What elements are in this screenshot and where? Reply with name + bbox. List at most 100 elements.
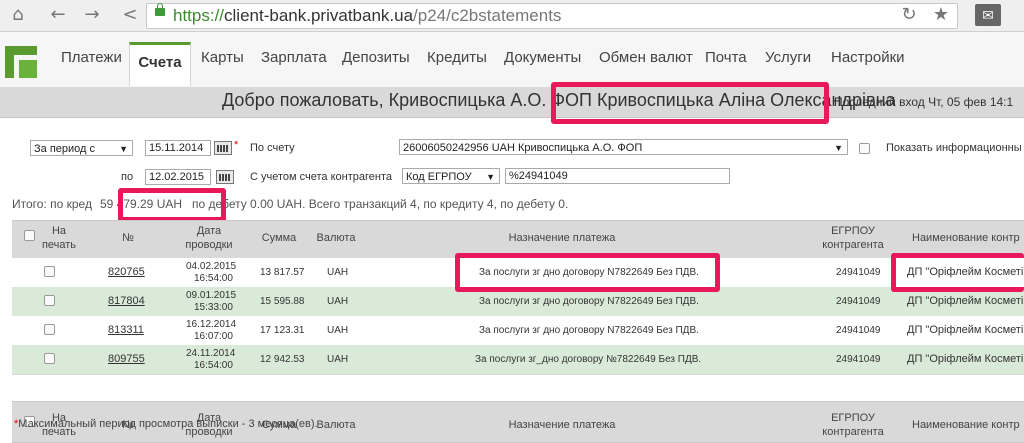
url-host: client-bank.privatbank.ua bbox=[224, 6, 414, 25]
date-from-input[interactable]: 15.11.2014 bbox=[145, 140, 211, 156]
tab-deposits[interactable]: Депозиты bbox=[342, 49, 410, 66]
dropdown-arrow-icon: ▼ bbox=[834, 143, 843, 153]
row-checkbox[interactable] bbox=[44, 353, 55, 364]
url-text[interactable]: https://client-bank.privatbank.ua/p24/c2… bbox=[173, 6, 561, 26]
to-label: по bbox=[121, 171, 134, 183]
row-counterparty-name: ДП "Оріфлейм Косметікс bbox=[907, 324, 1024, 336]
last-login: Последний вход Чт, 05 фев 14:1 bbox=[834, 95, 1014, 109]
document-number-link[interactable]: 813311 bbox=[108, 325, 144, 336]
row-currency: UAH bbox=[327, 296, 349, 307]
tab-cards[interactable]: Карты bbox=[201, 49, 244, 66]
tab-payments[interactable]: Платежи bbox=[61, 49, 122, 66]
welcome-bar: Добро пожаловать, Кривоспицька А.О. ФОП … bbox=[0, 87, 1024, 118]
address-bar[interactable]: https://client-bank.privatbank.ua/p24/c2… bbox=[146, 3, 958, 29]
reload-icon[interactable]: ↻ bbox=[897, 4, 921, 26]
header-date: Дата проводки bbox=[185, 225, 233, 251]
header-currency: Валюта bbox=[316, 419, 356, 431]
date-to-input[interactable]: 12.02.2015 bbox=[145, 169, 211, 185]
footer-note: *Максимальный период просмотра выписки -… bbox=[14, 418, 318, 430]
dropdown-arrow-icon: ▼ bbox=[486, 172, 495, 182]
row-date: 09.01.2015 bbox=[186, 290, 237, 301]
lock-icon bbox=[155, 3, 165, 16]
tab-documents[interactable]: Документы bbox=[504, 49, 581, 66]
row-checkbox[interactable] bbox=[44, 295, 55, 306]
dropdown-arrow-icon: ▼ bbox=[119, 144, 128, 154]
row-counterparty-name: ДП "Оріфлейм Косметікс bbox=[907, 295, 1024, 307]
row-currency: UAH bbox=[327, 354, 349, 365]
back-icon[interactable]: ← bbox=[46, 4, 70, 26]
main-nav: Платежи Счета Карты Зарплата Депозиты Кр… bbox=[0, 32, 1024, 88]
row-egrpou: 24941049 bbox=[836, 325, 881, 336]
show-info-label: Показать информационны bbox=[886, 142, 1022, 154]
row-currency: UAH bbox=[327, 325, 349, 336]
row-checkbox[interactable] bbox=[44, 266, 55, 277]
row-purpose: За послуги зг дно договору N7822649 Без … bbox=[479, 325, 699, 336]
period-select[interactable]: За период с ▼ bbox=[30, 140, 133, 156]
summary-prefix: Итого: по кред bbox=[12, 197, 92, 211]
tab-credits[interactable]: Кредиты bbox=[427, 49, 487, 66]
header-egrpou: ЕГРПОУ контрагента bbox=[822, 225, 884, 251]
browser-toolbar: ⌂ ← → < https://client-bank.privatbank.u… bbox=[0, 0, 1024, 32]
highlight-counterparty-name bbox=[891, 253, 1024, 292]
forward-icon[interactable]: → bbox=[80, 4, 104, 26]
row-sum: 12 942.53 bbox=[260, 354, 305, 365]
row-egrpou: 24941049 bbox=[836, 296, 881, 307]
mail-icon[interactable]: ✉ bbox=[975, 4, 1001, 26]
row-counterparty-name: ДП "Оріфлейм Косметікс bbox=[907, 353, 1024, 365]
header-purpose: Назначение платежа bbox=[508, 419, 616, 431]
row-time: 16:54:00 bbox=[194, 273, 233, 284]
table-row[interactable]: 809755 24.11.2014 16:54:00 12 942.53 UAH… bbox=[12, 345, 1024, 375]
header-number: № bbox=[122, 232, 134, 244]
highlight-payment-purpose bbox=[455, 253, 720, 292]
home-icon[interactable]: ⌂ bbox=[6, 4, 30, 26]
tab-salary[interactable]: Зарплата bbox=[261, 49, 327, 66]
tab-mail[interactable]: Почта bbox=[705, 49, 747, 66]
star-icon[interactable]: ★ bbox=[929, 4, 953, 26]
row-currency: UAH bbox=[327, 267, 349, 278]
header-egrpou: ЕГРПОУ контрагента bbox=[822, 412, 884, 438]
tab-accounts[interactable]: Счета bbox=[129, 42, 191, 86]
table-row[interactable]: 813311 16.12.2014 16:07:00 17 123.31 UAH… bbox=[12, 316, 1024, 346]
header-counterparty-name: Наименование контр bbox=[912, 232, 1020, 244]
row-time: 15:33:00 bbox=[194, 302, 233, 313]
tab-services[interactable]: Услуги bbox=[765, 49, 811, 66]
show-info-checkbox[interactable] bbox=[859, 143, 870, 154]
tab-currency-exchange[interactable]: Обмен валют bbox=[599, 49, 693, 66]
counterparty-input[interactable]: %24941049 bbox=[505, 168, 730, 184]
required-marker: * bbox=[234, 139, 239, 151]
highlight-user-name bbox=[551, 82, 829, 124]
row-sum: 13 817.57 bbox=[260, 267, 305, 278]
counterparty-type-select[interactable]: Код ЕГРПОУ ▼ bbox=[402, 168, 500, 184]
row-date: 16.12.2014 bbox=[186, 319, 237, 330]
calendar-icon[interactable] bbox=[216, 170, 234, 184]
account-select[interactable]: 26006050242956 UAH Кривоспицька А.О. ФОП… bbox=[399, 139, 848, 155]
header-sum: Сумма bbox=[261, 232, 297, 244]
row-checkbox[interactable] bbox=[44, 324, 55, 335]
welcome-greeting: Добро пожаловать, Кривоспицька А.О. ФОП bbox=[222, 90, 592, 110]
summary-suffix: по дебету 0.00 UAH. Всего транзакций 4, … bbox=[192, 197, 569, 211]
url-scheme: https:// bbox=[173, 6, 225, 25]
privatbank-logo[interactable] bbox=[5, 46, 37, 78]
account-label: По счету bbox=[250, 142, 295, 154]
period-select-value: За период с bbox=[34, 143, 96, 155]
calendar-icon[interactable] bbox=[214, 141, 232, 155]
header-counterparty-name: Наименование контр bbox=[912, 419, 1020, 431]
counterparty-label: С учетом счета контрагента bbox=[250, 171, 392, 183]
row-sum: 17 123.31 bbox=[260, 325, 305, 336]
summary-line: Итого: по кред 59 479.29 UAH по дебету 0.0… bbox=[12, 197, 568, 211]
document-number-link[interactable]: 809755 bbox=[108, 354, 145, 365]
row-date: 24.11.2014 bbox=[186, 348, 236, 359]
document-number-link[interactable]: 817804 bbox=[108, 296, 145, 307]
select-all-checkbox[interactable] bbox=[24, 230, 35, 241]
share-icon[interactable]: < bbox=[118, 4, 142, 26]
tab-settings[interactable]: Настройки bbox=[831, 49, 905, 66]
row-purpose: За послуги зг_дно договору №7822649 Без … bbox=[475, 354, 702, 365]
row-time: 16:07:00 bbox=[194, 331, 233, 342]
document-number-link[interactable]: 820765 bbox=[108, 267, 145, 278]
row-time: 16:54:00 bbox=[194, 360, 233, 371]
header-print: На печать bbox=[41, 225, 77, 251]
tab-accounts-label: Счета bbox=[138, 54, 182, 71]
row-date: 04.02.2015 bbox=[186, 261, 237, 272]
row-purpose: За послуги зг дно договору N7822649 Без … bbox=[479, 296, 699, 307]
header-currency: Валюта bbox=[316, 232, 356, 244]
